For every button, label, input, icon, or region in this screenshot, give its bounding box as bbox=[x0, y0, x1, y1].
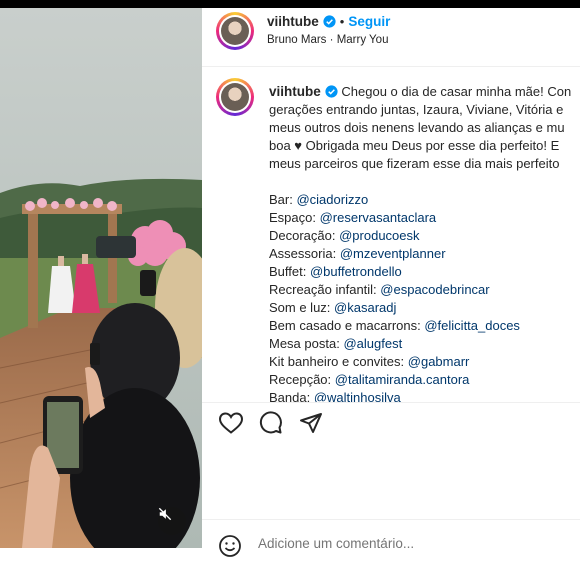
author-line: viihtube • Seguir bbox=[267, 13, 390, 31]
avatar[interactable] bbox=[216, 12, 254, 50]
caption-profile-photo bbox=[221, 83, 249, 111]
mention-link[interactable]: @gabmarr bbox=[408, 354, 470, 369]
mention-link[interactable]: @mzeventplanner bbox=[340, 246, 446, 261]
credit-label: Kit banheiro e convites: bbox=[269, 354, 405, 369]
credit-label: Recreação infantil: bbox=[269, 282, 377, 297]
mention-link[interactable]: @reservasantaclara bbox=[320, 210, 437, 225]
mention-link[interactable]: @waltinhosilva bbox=[314, 390, 401, 402]
wedding-video-frame bbox=[0, 8, 202, 548]
heart-icon bbox=[218, 412, 244, 434]
post-video[interactable] bbox=[0, 8, 202, 548]
credit-item: Recreação infantil: @espacodebrincar bbox=[269, 281, 580, 299]
caption-line-5: meus parceiros que fizeram esse dia mais… bbox=[269, 156, 560, 171]
post-header: viihtube • Seguir Bruno Mars · Marry You bbox=[202, 8, 580, 67]
username-link[interactable]: viihtube bbox=[267, 14, 319, 29]
credit-item: Banda: @waltinhosilva bbox=[269, 389, 580, 403]
credit-label: Recepção: bbox=[269, 372, 332, 387]
verified-badge-icon bbox=[325, 85, 338, 98]
below-video-space bbox=[0, 548, 202, 580]
credit-item: Buffet: @buffetrondello bbox=[269, 263, 580, 281]
comment-button[interactable] bbox=[259, 411, 283, 440]
emoji-icon bbox=[219, 535, 241, 557]
mention-link[interactable]: @felicitta_doces bbox=[424, 318, 520, 333]
post-panel: viihtube • Seguir Bruno Mars · Marry You v… bbox=[202, 8, 580, 580]
credit-label: Assessoria: bbox=[269, 246, 337, 261]
caption-line-4: boa ♥ Obrigada meu Deus por esse dia per… bbox=[269, 138, 560, 153]
profile-photo bbox=[221, 17, 249, 45]
credit-item: Som e luz: @kasaradj bbox=[269, 299, 580, 317]
credit-label: Buffet: bbox=[269, 264, 307, 279]
mention-link[interactable]: @buffetrondello bbox=[310, 264, 402, 279]
like-button[interactable] bbox=[218, 411, 244, 440]
comment-bar bbox=[202, 519, 580, 572]
music-song: Marry You bbox=[336, 34, 389, 46]
mention-link[interactable]: @producoesk bbox=[339, 228, 419, 243]
credit-item: Espaço: @reservasantaclara bbox=[269, 209, 580, 227]
caption-avatar[interactable] bbox=[216, 78, 254, 116]
caption-line-2: gerações entrando juntas, Izaura, Vivian… bbox=[269, 102, 564, 117]
credits-list: Bar: @ciadorizzo Espaço: @reservasantacl… bbox=[269, 191, 580, 403]
caption-area: viihtube Chegou o dia de casar minha mãe… bbox=[202, 67, 580, 403]
post-actions bbox=[202, 403, 580, 443]
mute-button[interactable] bbox=[158, 507, 186, 535]
muted-speaker-icon bbox=[158, 507, 172, 521]
credit-label: Mesa posta: bbox=[269, 336, 340, 351]
credit-label: Bar: bbox=[269, 192, 293, 207]
credit-label: Bem casado e macarrons: bbox=[269, 318, 421, 333]
credit-label: Banda: bbox=[269, 390, 311, 403]
emoji-button[interactable] bbox=[218, 534, 242, 563]
caption-line-3: meus outros dois nenens levando as alian… bbox=[269, 120, 565, 135]
verified-badge-icon bbox=[323, 15, 336, 28]
music-separator: · bbox=[329, 34, 334, 46]
credit-item: Mesa posta: @alugfest bbox=[269, 335, 580, 353]
audio-info[interactable]: Bruno Mars · Marry You bbox=[267, 34, 388, 46]
follow-button[interactable]: Seguir bbox=[348, 14, 390, 29]
mention-link[interactable]: @espacodebrincar bbox=[380, 282, 489, 297]
caption-text: viihtube Chegou o dia de casar minha mãe… bbox=[269, 83, 580, 403]
credit-item: Recepção: @talitamiranda.cantora bbox=[269, 371, 580, 389]
credit-item: Assessoria: @mzeventplanner bbox=[269, 245, 580, 263]
comment-input[interactable] bbox=[258, 536, 558, 551]
caption-line-1: Chegou o dia de casar minha mãe! Con bbox=[341, 84, 572, 99]
credit-item: Decoração: @producoesk bbox=[269, 227, 580, 245]
caption-line: viihtube Chegou o dia de casar minha mãe… bbox=[269, 83, 580, 101]
comment-icon bbox=[259, 411, 282, 434]
mention-link[interactable]: @kasaradj bbox=[334, 300, 396, 315]
top-black-bar bbox=[0, 0, 580, 8]
credit-label: Espaço: bbox=[269, 210, 316, 225]
credit-item: Bem casado e macarrons: @felicitta_doces bbox=[269, 317, 580, 335]
share-icon bbox=[300, 413, 322, 433]
credit-item: Kit banheiro e convites: @gabmarr bbox=[269, 353, 580, 371]
music-artist: Bruno Mars bbox=[267, 34, 327, 46]
caption-username[interactable]: viihtube bbox=[269, 84, 321, 99]
share-button[interactable] bbox=[299, 411, 323, 440]
separator-dot: • bbox=[339, 14, 345, 29]
credit-label: Som e luz: bbox=[269, 300, 331, 315]
mention-link[interactable]: @talitamiranda.cantora bbox=[335, 372, 470, 387]
mention-link[interactable]: @alugfest bbox=[343, 336, 402, 351]
credit-label: Decoração: bbox=[269, 228, 336, 243]
mention-link[interactable]: @ciadorizzo bbox=[296, 192, 368, 207]
credit-item: Bar: @ciadorizzo bbox=[269, 191, 580, 209]
